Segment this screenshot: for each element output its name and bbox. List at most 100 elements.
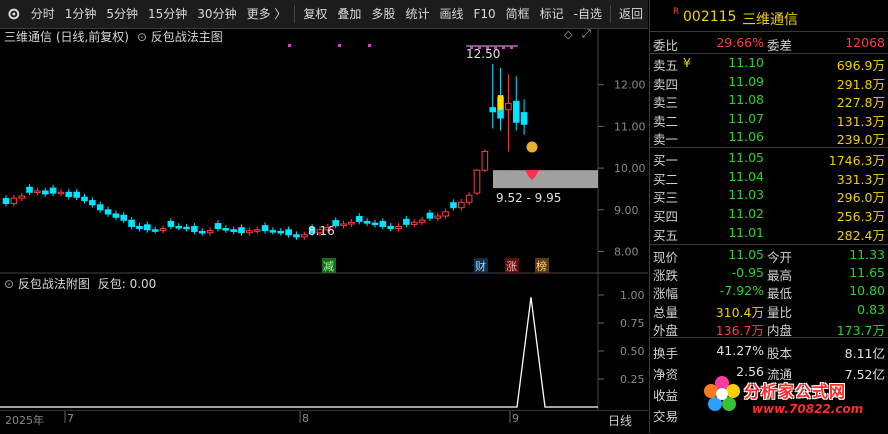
money-bag-icon — [526, 141, 538, 153]
signal-dot — [510, 46, 513, 49]
fund-label: 换手 — [653, 346, 679, 361]
tab-30min[interactable]: 30分钟 — [192, 0, 241, 28]
tab-15min[interactable]: 15分钟 — [143, 0, 192, 28]
stat-value: 11.05 — [728, 247, 764, 262]
main-kline-panel[interactable]: 12.00 11.00 10.00 9.00 8.00 9.52 - 9.95 12.50 8… — [0, 27, 648, 274]
candle — [112, 210, 120, 221]
tab-1min[interactable]: 1分钟 — [60, 0, 102, 28]
candle — [403, 216, 410, 228]
indicator-name[interactable]: 反包战法主图 — [151, 30, 223, 44]
candle — [285, 226, 292, 238]
ask-price: 11.06 — [728, 129, 764, 144]
candle — [269, 227, 277, 235]
tab-more[interactable]: 更多 〉 — [242, 0, 292, 28]
event-tag[interactable]: 财 — [474, 258, 488, 273]
event-tag-label: 财 — [475, 259, 486, 273]
sub-chart-title: ⊙ 反包战法附图 反包: 0.00 — [4, 275, 156, 292]
candle — [65, 188, 73, 200]
overlay-button[interactable]: 叠加 — [332, 0, 366, 28]
back-button[interactable]: 返回 — [614, 0, 648, 28]
candle — [10, 194, 18, 207]
highlighted-candle — [497, 95, 504, 110]
candle — [81, 193, 88, 204]
candle — [73, 188, 80, 201]
candle — [442, 208, 449, 219]
order-ratio-value: 29.66% — [716, 35, 764, 50]
price-tick-label: 12.00 — [614, 79, 646, 92]
stock-period-label: 三维通信 (日线,前复权) — [4, 30, 129, 44]
bid-volume: 256.3万 — [836, 209, 885, 225]
maximize-icon[interactable]: ⤢ — [582, 27, 591, 41]
bid-volume: 331.3万 — [836, 171, 885, 187]
ask-level-label: 卖二 — [653, 113, 679, 129]
simple-frame-button[interactable]: 简框 — [501, 0, 535, 28]
self-select-button[interactable]: -自选 — [569, 0, 607, 28]
event-tag[interactable]: 榜 — [535, 258, 549, 273]
signal-dot — [486, 46, 489, 49]
candle — [253, 226, 261, 234]
ask-price: 11.07 — [728, 110, 764, 126]
candle — [387, 223, 394, 232]
tab-timeshare[interactable]: 分时 — [26, 0, 60, 28]
toolbar-divider — [610, 5, 611, 23]
restore-rights-button[interactable]: 复权 — [298, 0, 332, 28]
candle — [261, 222, 269, 234]
signal-dot — [494, 46, 497, 49]
period-selector[interactable]: 日线 — [608, 412, 632, 429]
stat-label: 内盘 — [767, 322, 793, 338]
fundamental-row: 换手 41.27% 股本 8.11亿 — [650, 343, 888, 361]
bid-level-row: 买二 11.04 331.3万 — [650, 169, 888, 187]
candle — [371, 219, 379, 228]
candle — [175, 223, 182, 231]
f10-button[interactable]: F10 — [468, 0, 500, 28]
settings-gear-icon[interactable] — [7, 7, 21, 21]
quote-stat-row: 涨跌 -0.95 最高 11.65 — [650, 265, 888, 283]
signal-dot — [338, 44, 341, 47]
watermark-url: www.70822.com — [752, 402, 864, 416]
toolbar-divider — [294, 5, 296, 23]
candle — [136, 223, 143, 232]
multi-stock-button[interactable]: 多股 — [366, 0, 400, 28]
stat-label: 最低 — [767, 286, 793, 302]
candle — [512, 76, 520, 131]
event-tag[interactable]: 减 — [322, 258, 336, 273]
order-ratio-row: 委比 29.66% 委差 12068 — [650, 35, 888, 53]
main-chart-title: 三维通信 (日线,前复权) ⊙ 反包战法主图 — [4, 28, 223, 45]
event-tag[interactable]: 涨 — [505, 258, 519, 273]
collapse-icon[interactable]: ⊙ — [137, 30, 147, 44]
quote-stat-row: 现价 11.05 今开 11.33 — [650, 247, 888, 265]
stock-name: 三维通信 — [742, 12, 798, 28]
sub-tick-label: 1.00 — [620, 289, 645, 302]
candle — [49, 184, 57, 197]
fund-value: 8.11亿 — [844, 346, 885, 361]
candle — [348, 218, 355, 227]
candle — [57, 188, 65, 197]
candle — [151, 226, 159, 234]
diamond-icon[interactable]: ◇ — [564, 28, 572, 41]
statistics-button[interactable]: 统计 — [400, 0, 434, 28]
margin-marker: R — [673, 7, 680, 17]
sub-indicator-name[interactable]: 反包战法附图 — [18, 277, 90, 291]
collapse-icon[interactable]: ⊙ — [4, 277, 14, 291]
sub-indicator-panel[interactable]: 1.00 0.75 0.50 0.25 ⊙ 反包战法附图 反包: 0.00 — [0, 274, 648, 410]
candle — [2, 195, 10, 207]
order-diff-value: 12068 — [845, 35, 885, 50]
candle — [340, 220, 347, 229]
stat-label: 总量 — [653, 304, 679, 320]
ask-level-row: 卖三 11.08 227.8万 — [650, 92, 888, 110]
candle — [450, 199, 457, 211]
quote-stat-row: 总量 310.4万 量比 0.83 — [650, 302, 888, 320]
candle — [379, 218, 387, 230]
event-tag-label: 减 — [323, 260, 334, 273]
quote-stat-row: 涨幅 -7.92% 最低 10.80 — [650, 283, 888, 302]
draw-line-button[interactable]: 画线 — [434, 0, 468, 28]
candle — [395, 223, 402, 232]
stat-value: 136.7万 — [715, 322, 764, 338]
bid-volume: 282.4万 — [836, 227, 885, 243]
mark-button[interactable]: 标记 — [535, 0, 569, 28]
candle — [505, 74, 512, 152]
divider — [650, 244, 888, 245]
candle — [159, 225, 167, 234]
tab-5min[interactable]: 5分钟 — [101, 0, 143, 28]
bid-price: 11.03 — [728, 187, 764, 203]
